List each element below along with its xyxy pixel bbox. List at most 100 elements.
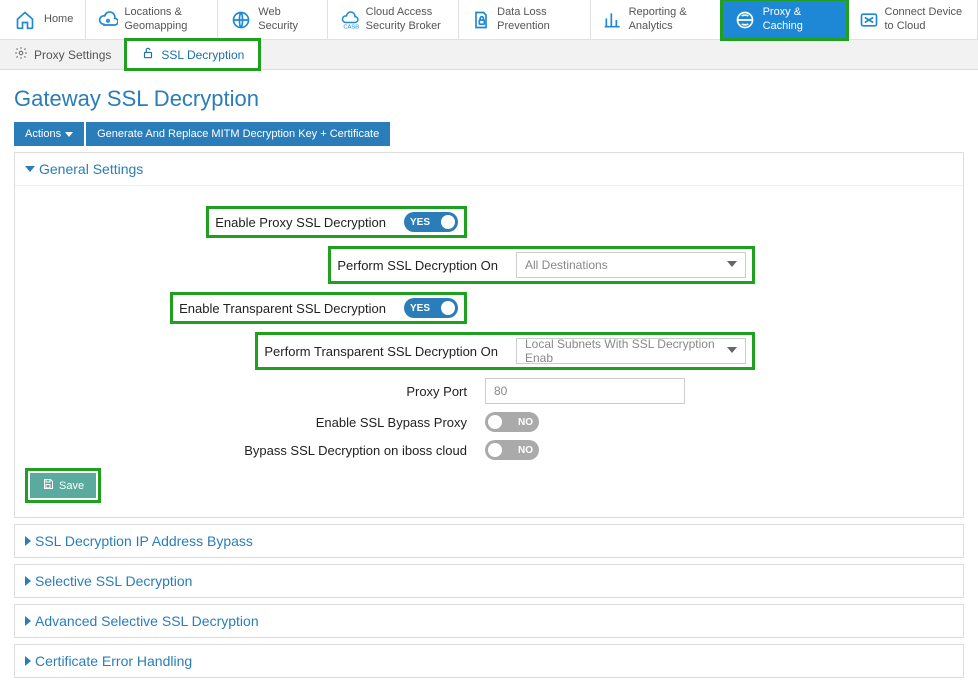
globe-shield-icon xyxy=(230,7,252,33)
select-perform-transparent-on[interactable]: Local Subnets With SSL Decryption Enab xyxy=(516,338,746,364)
save-label: Save xyxy=(59,480,84,492)
home-icon xyxy=(12,7,38,33)
nav-label: Connect Device to Cloud xyxy=(885,6,965,32)
nav-home[interactable]: Home xyxy=(0,0,86,39)
label-enable-bypass-proxy: Enable SSL Bypass Proxy xyxy=(25,415,485,430)
nav-connect-device[interactable]: Connect Device to Cloud xyxy=(847,0,978,39)
nav-label: Data Loss Prevention xyxy=(497,6,577,32)
nav-casb[interactable]: CASB Cloud Access Security Broker xyxy=(328,0,459,39)
shuffle-icon xyxy=(859,7,879,33)
panel-head-cert-err[interactable]: Certificate Error Handling xyxy=(15,645,963,677)
row-perform-transparent-on: Perform Transparent SSL Decryption On Lo… xyxy=(25,332,953,370)
lbl-spacer: Enable Proxy SSL Decryption YES xyxy=(25,206,485,238)
toggle-knob xyxy=(441,215,455,229)
panel-adv-selective: Advanced Selective SSL Decryption xyxy=(14,604,964,638)
globe-arrows-icon xyxy=(734,7,757,33)
subtab-proxy-settings[interactable]: Proxy Settings xyxy=(0,40,126,69)
subtab-ssl-decryption[interactable]: SSL Decryption xyxy=(126,40,259,69)
toggle-knob xyxy=(488,415,502,429)
chevron-right-icon xyxy=(25,616,31,626)
panel-title: SSL Decryption IP Address Bypass xyxy=(35,533,253,549)
panel-title: General Settings xyxy=(39,161,143,177)
toggle-enable-transparent[interactable]: YES xyxy=(404,298,458,318)
generate-replace-button[interactable]: Generate And Replace MITM Decryption Key… xyxy=(86,122,390,146)
select-value: Local Subnets With SSL Decryption Enab xyxy=(525,337,721,365)
toggle-knob xyxy=(441,301,455,315)
panel-selective: Selective SSL Decryption xyxy=(14,564,964,598)
panel-general-settings: General Settings Enable Proxy SSL Decryp… xyxy=(14,152,964,518)
toggle-text: NO xyxy=(518,417,533,428)
toggle-bypass-iboss[interactable]: NO xyxy=(485,440,539,460)
save-button[interactable]: Save xyxy=(30,473,96,498)
input-proxy-port[interactable] xyxy=(485,378,685,404)
row-enable-transparent: Enable Transparent SSL Decryption YES xyxy=(25,292,953,324)
sub-tab-bar: Proxy Settings SSL Decryption xyxy=(0,40,978,70)
subtab-label: SSL Decryption xyxy=(161,48,244,62)
nav-proxy-caching[interactable]: Proxy & Caching xyxy=(722,0,846,39)
toggle-enable-proxy-ssl[interactable]: YES xyxy=(404,212,458,232)
lbl-spacer: Enable Transparent SSL Decryption YES xyxy=(25,292,485,324)
panel-title: Advanced Selective SSL Decryption xyxy=(35,613,259,629)
cloud-loc-icon xyxy=(98,7,118,33)
nav-locations[interactable]: Locations & Geomapping xyxy=(86,0,217,39)
row-enable-proxy-ssl: Enable Proxy SSL Decryption YES xyxy=(25,206,953,238)
toggle-knob xyxy=(488,443,502,457)
panel-body-general: Enable Proxy SSL Decryption YES Perform … xyxy=(15,185,963,517)
page-title: Gateway SSL Decryption xyxy=(14,86,964,112)
toggle-text: YES xyxy=(410,303,430,314)
nav-label: Proxy & Caching xyxy=(763,6,834,32)
panel-title: Certificate Error Handling xyxy=(35,653,192,669)
nav-label: Reporting & Analytics xyxy=(629,6,709,32)
gear-icon xyxy=(14,46,28,63)
row-enable-bypass-proxy: Enable SSL Bypass Proxy NO xyxy=(25,412,953,432)
save-icon xyxy=(42,478,54,493)
nav-dlp[interactable]: Data Loss Prevention xyxy=(459,0,590,39)
nav-reporting[interactable]: Reporting & Analytics xyxy=(591,0,722,39)
chevron-down-icon xyxy=(25,166,35,172)
panel-ip-bypass: SSL Decryption IP Address Bypass xyxy=(14,524,964,558)
select-perform-ssl-on[interactable]: All Destinations xyxy=(516,252,746,278)
row-bypass-iboss: Bypass SSL Decryption on iboss cloud NO xyxy=(25,440,953,460)
actions-label: Actions xyxy=(25,128,61,140)
panel-head-general[interactable]: General Settings xyxy=(15,153,963,185)
top-nav: Home Locations & Geomapping Web Security… xyxy=(0,0,978,40)
nav-label: Home xyxy=(44,13,73,26)
actions-dropdown[interactable]: Actions xyxy=(14,122,84,146)
label-enable-proxy-ssl: Enable Proxy SSL Decryption xyxy=(215,215,404,230)
chevron-down-icon xyxy=(727,261,737,267)
select-value: All Destinations xyxy=(525,258,608,272)
chevron-right-icon xyxy=(25,576,31,586)
nav-websecurity[interactable]: Web Security xyxy=(218,0,328,39)
svg-text:CASB: CASB xyxy=(343,24,359,30)
subtab-label: Proxy Settings xyxy=(34,48,111,62)
panel-head-ip-bypass[interactable]: SSL Decryption IP Address Bypass xyxy=(15,525,963,557)
file-lock-icon xyxy=(471,7,491,33)
label-bypass-iboss: Bypass SSL Decryption on iboss cloud xyxy=(25,443,485,458)
label-enable-transparent: Enable Transparent SSL Decryption xyxy=(179,301,404,316)
panel-head-selective[interactable]: Selective SSL Decryption xyxy=(15,565,963,597)
nav-label: Web Security xyxy=(258,6,314,32)
chevron-right-icon xyxy=(25,656,31,666)
panel-head-adv-selective[interactable]: Advanced Selective SSL Decryption xyxy=(15,605,963,637)
chevron-down-icon xyxy=(727,347,737,353)
button-label: Generate And Replace MITM Decryption Key… xyxy=(97,128,379,140)
toggle-enable-bypass-proxy[interactable]: NO xyxy=(485,412,539,432)
panel-cert-err: Certificate Error Handling xyxy=(14,644,964,678)
row-perform-ssl-on: Perform SSL Decryption On All Destinatio… xyxy=(25,246,953,284)
toggle-text: YES xyxy=(410,217,430,228)
toggle-text: NO xyxy=(518,445,533,456)
action-bar: Actions Generate And Replace MITM Decryp… xyxy=(14,122,964,146)
label-proxy-port: Proxy Port xyxy=(25,384,485,399)
page-content: Gateway SSL Decryption Actions Generate … xyxy=(0,70,978,698)
label-perform-ssl-on: Perform SSL Decryption On xyxy=(337,258,516,273)
casb-icon: CASB xyxy=(340,7,360,33)
row-proxy-port: Proxy Port xyxy=(25,378,953,404)
label-perform-transparent-on: Perform Transparent SSL Decryption On xyxy=(264,344,516,359)
nav-label: Cloud Access Security Broker xyxy=(366,6,446,32)
analytics-icon xyxy=(603,7,623,33)
chevron-down-icon xyxy=(65,132,73,137)
panel-title: Selective SSL Decryption xyxy=(35,573,192,589)
lock-open-icon xyxy=(141,46,155,63)
chevron-right-icon xyxy=(25,536,31,546)
nav-label: Locations & Geomapping xyxy=(124,6,204,32)
